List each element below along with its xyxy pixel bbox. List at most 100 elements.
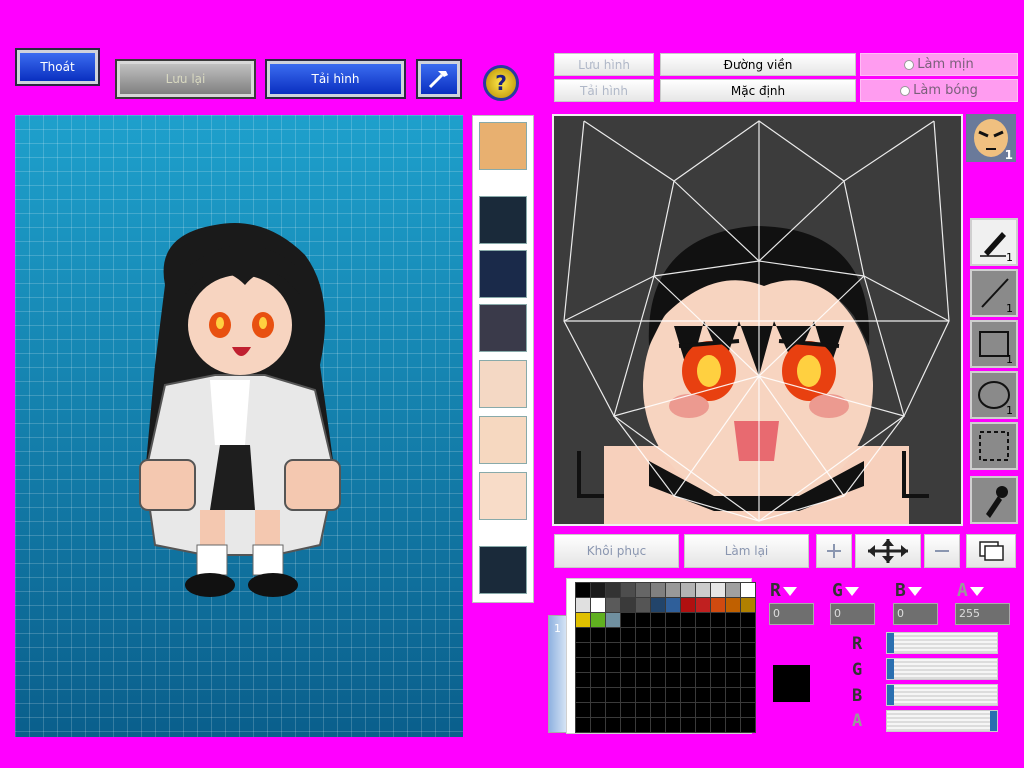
palette-cell[interactable]: [576, 688, 590, 702]
part-item-green-eyes[interactable]: [479, 360, 527, 408]
palette-cell[interactable]: [726, 688, 740, 702]
palette-cell[interactable]: [576, 718, 590, 732]
eyedropper-tool[interactable]: [970, 476, 1018, 524]
palette-cell[interactable]: [681, 703, 695, 717]
palette-cell[interactable]: [726, 643, 740, 657]
smooth-radio[interactable]: [904, 59, 915, 70]
palette-cell[interactable]: [696, 703, 710, 717]
palette-cell[interactable]: [651, 613, 665, 627]
slider-b-knob[interactable]: [887, 685, 894, 705]
palette-cell[interactable]: [651, 688, 665, 702]
palette-cell[interactable]: [711, 688, 725, 702]
slider-a-knob[interactable]: [990, 711, 997, 731]
palette-cell[interactable]: [636, 598, 650, 612]
zoom-out-button[interactable]: [924, 534, 960, 568]
layers-button[interactable]: [966, 534, 1016, 568]
palette-cell[interactable]: [666, 718, 680, 732]
slider-a[interactable]: [886, 710, 998, 732]
part-item-empty[interactable]: [479, 196, 527, 244]
palette-cell[interactable]: [696, 688, 710, 702]
palette-cell[interactable]: [651, 658, 665, 672]
palette-cell[interactable]: [666, 628, 680, 642]
palette-cell[interactable]: [621, 643, 635, 657]
palette-cell[interactable]: [711, 703, 725, 717]
channel-a-input[interactable]: 255: [955, 603, 1010, 625]
palette-cell[interactable]: [606, 598, 620, 612]
palette-cell[interactable]: [576, 613, 590, 627]
ellipse-tool[interactable]: 1: [970, 371, 1018, 419]
character-preview-canvas[interactable]: [15, 115, 463, 737]
palette-cell[interactable]: [681, 688, 695, 702]
channel-a-dropdown-icon[interactable]: [969, 587, 984, 596]
palette-cell[interactable]: [666, 703, 680, 717]
palette-cell[interactable]: [606, 688, 620, 702]
palette-cell[interactable]: [666, 673, 680, 687]
palette-cell[interactable]: [651, 673, 665, 687]
palette-cell[interactable]: [636, 703, 650, 717]
palette-cell[interactable]: [621, 613, 635, 627]
avatar-badge[interactable]: 1: [966, 114, 1016, 162]
palette-cell[interactable]: [741, 688, 755, 702]
palette-cell[interactable]: [666, 643, 680, 657]
palette-cell[interactable]: [591, 703, 605, 717]
palette-cell[interactable]: [666, 658, 680, 672]
channel-r-input[interactable]: 0: [769, 603, 814, 625]
palette-cell[interactable]: [651, 628, 665, 642]
slider-b[interactable]: [886, 684, 998, 706]
palette-cell[interactable]: [621, 628, 635, 642]
channel-b-input[interactable]: 0: [893, 603, 938, 625]
color-palette[interactable]: [575, 582, 756, 733]
palette-cell[interactable]: [711, 643, 725, 657]
palette-cell[interactable]: [696, 718, 710, 732]
palette-cell[interactable]: [636, 658, 650, 672]
palette-cell[interactable]: [591, 598, 605, 612]
palette-cell[interactable]: [666, 583, 680, 597]
palette-cell[interactable]: [576, 658, 590, 672]
palette-cell[interactable]: [726, 658, 740, 672]
layer-strip[interactable]: 1: [548, 615, 568, 733]
pen-tool[interactable]: 1: [970, 218, 1018, 266]
palette-cell[interactable]: [591, 658, 605, 672]
palette-cell[interactable]: [591, 628, 605, 642]
palette-cell[interactable]: [591, 613, 605, 627]
palette-cell[interactable]: [726, 583, 740, 597]
palette-cell[interactable]: [636, 718, 650, 732]
palette-cell[interactable]: [711, 718, 725, 732]
palette-cell[interactable]: [741, 613, 755, 627]
smooth-option[interactable]: Làm mịn: [860, 53, 1018, 76]
palette-cell[interactable]: [651, 643, 665, 657]
palette-cell[interactable]: [636, 688, 650, 702]
palette-cell[interactable]: [591, 688, 605, 702]
palette-cell[interactable]: [681, 583, 695, 597]
load-image-tab[interactable]: Tải hình: [554, 79, 654, 102]
rect-tool[interactable]: 1: [970, 320, 1018, 368]
palette-cell[interactable]: [591, 643, 605, 657]
palette-cell[interactable]: [741, 598, 755, 612]
palette-cell[interactable]: [681, 658, 695, 672]
palette-cell[interactable]: [726, 718, 740, 732]
line-tool[interactable]: 1: [970, 269, 1018, 317]
part-item-face-plain[interactable]: [479, 416, 527, 464]
select-tool[interactable]: [970, 422, 1018, 470]
palette-cell[interactable]: [726, 628, 740, 642]
palette-cell[interactable]: [606, 583, 620, 597]
palette-cell[interactable]: [636, 628, 650, 642]
palette-cell[interactable]: [741, 583, 755, 597]
part-item-armor[interactable]: [479, 304, 527, 352]
palette-cell[interactable]: [681, 628, 695, 642]
part-item-face-smile[interactable]: [479, 472, 527, 520]
palette-cell[interactable]: [711, 658, 725, 672]
restore-button[interactable]: Khôi phục: [554, 534, 679, 568]
palette-cell[interactable]: [741, 673, 755, 687]
channel-g-input[interactable]: 0: [830, 603, 875, 625]
slider-r[interactable]: [886, 632, 998, 654]
slider-g-knob[interactable]: [887, 659, 894, 679]
palette-cell[interactable]: [621, 718, 635, 732]
save-image-tab[interactable]: Lưu hình: [554, 53, 654, 76]
palette-cell[interactable]: [696, 643, 710, 657]
palette-cell[interactable]: [681, 643, 695, 657]
palette-cell[interactable]: [621, 703, 635, 717]
palette-cell[interactable]: [576, 673, 590, 687]
palette-cell[interactable]: [696, 613, 710, 627]
palette-cell[interactable]: [711, 598, 725, 612]
